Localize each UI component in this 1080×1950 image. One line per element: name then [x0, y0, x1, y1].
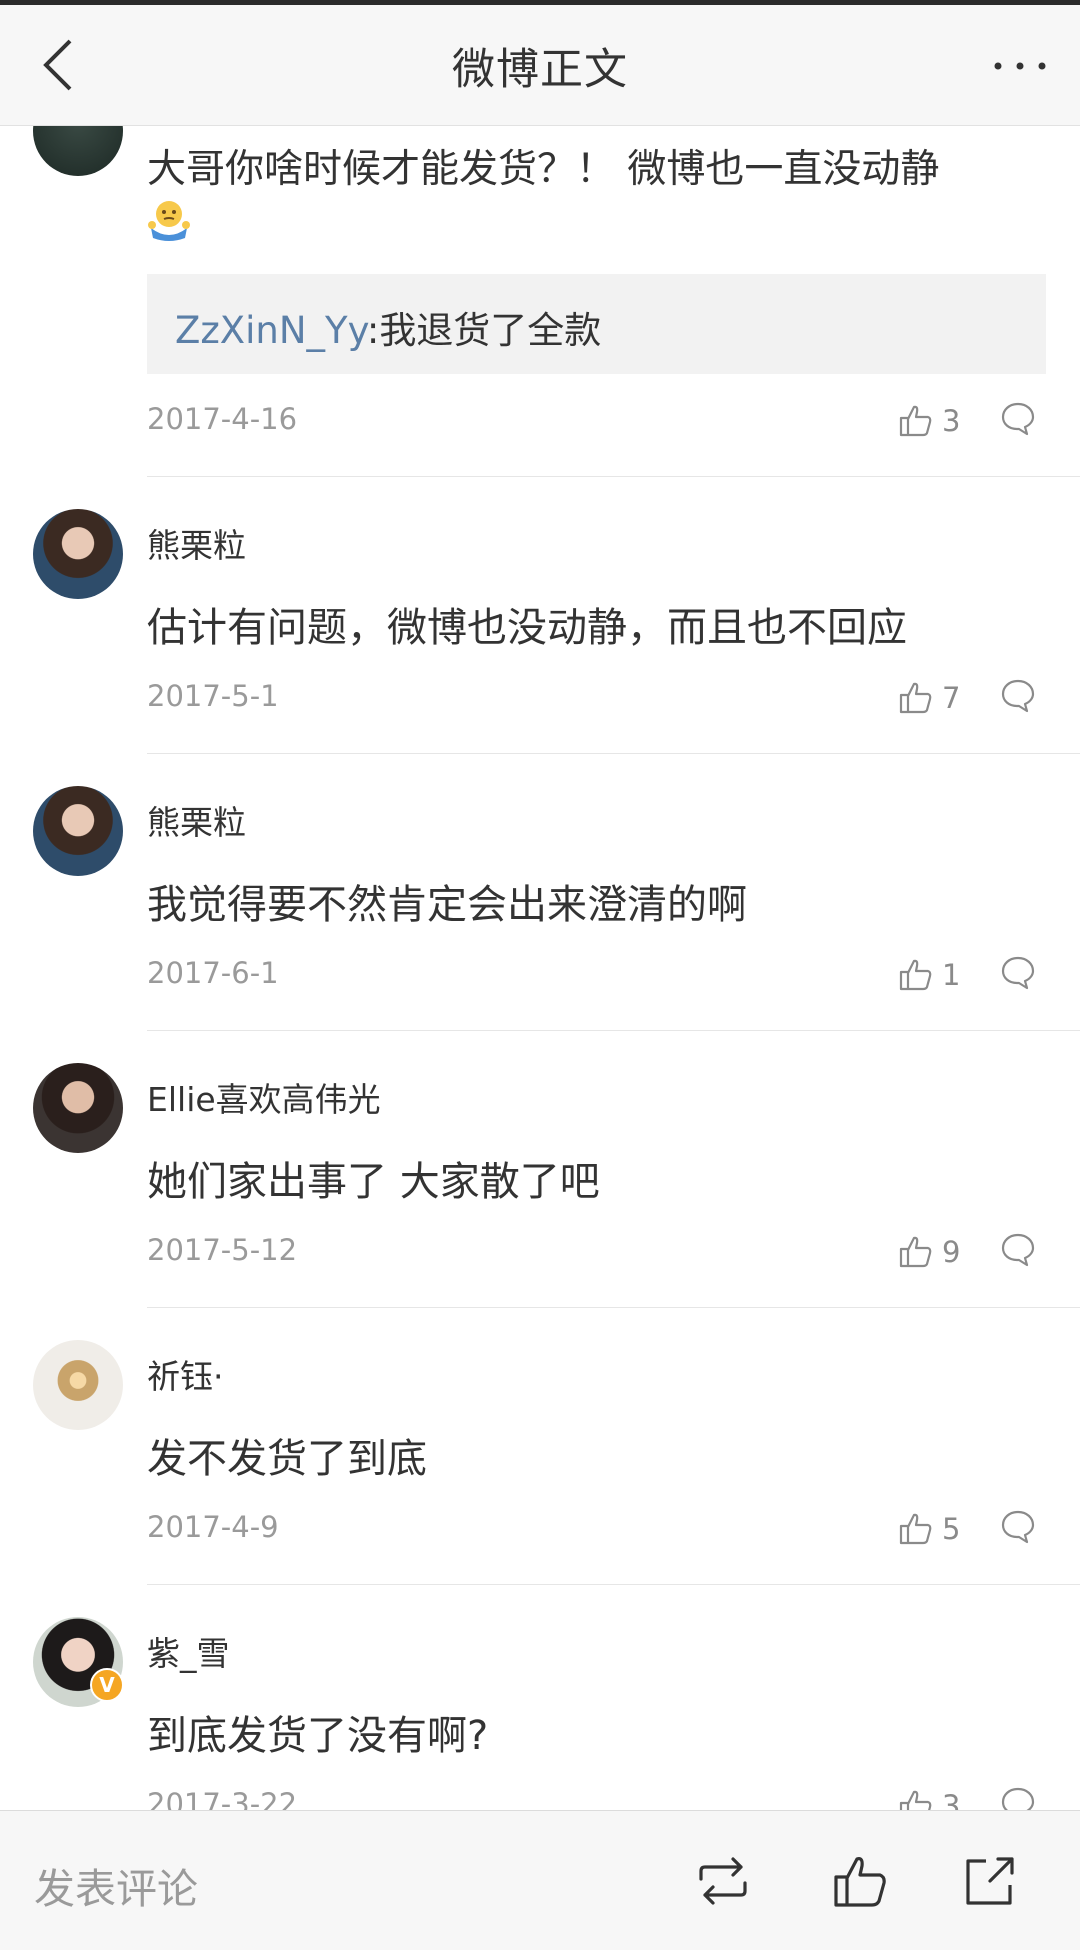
comment-date: 2017-3-22 [147, 1787, 298, 1810]
comment-date: 2017-4-16 [147, 402, 298, 436]
thumbs-up-icon [899, 682, 932, 714]
reply-button[interactable] [1000, 677, 1040, 717]
page-title: 微博正文 [452, 45, 628, 95]
comment-list: 大哥你啥时候才能发货？！ 微博也一直没动静 ZzXinN_Yy:我退货了全款 2… [0, 126, 1080, 1810]
avatar[interactable] [33, 1340, 123, 1430]
comment-date: 2017-5-1 [147, 679, 279, 713]
like-count: 3 [942, 1789, 961, 1810]
like-count: 9 [942, 1235, 961, 1269]
thumbs-up-icon [899, 1236, 932, 1268]
comment-icon [1001, 1787, 1035, 1810]
like-button[interactable]: 7 [898, 677, 978, 717]
like-button[interactable]: 5 [898, 1508, 978, 1548]
like-button[interactable]: 9 [898, 1231, 978, 1271]
quote-separator: : [366, 309, 380, 352]
comment-text: 我觉得要不然肯定会出来澄清的啊 [147, 882, 747, 928]
repost-icon[interactable] [693, 1851, 753, 1911]
comment-username[interactable]: 祈钰· [147, 1350, 224, 1398]
comment-icon [1001, 956, 1035, 990]
comment-date: 2017-4-9 [147, 1510, 279, 1544]
comment-text: 到底发货了没有啊? [147, 1713, 489, 1759]
reply-button[interactable] [1000, 1231, 1040, 1271]
like-button[interactable]: 3 [898, 1785, 978, 1810]
thumbs-up-icon[interactable] [830, 1851, 890, 1911]
like-count: 5 [942, 1512, 961, 1546]
thumbs-up-icon [899, 1790, 932, 1810]
thumbs-up-icon [899, 959, 932, 991]
quoted-text: 我退货了全款 [379, 309, 602, 352]
header-bar: 微博正文 [0, 5, 1080, 126]
like-button[interactable]: 3 [898, 400, 978, 440]
like-count: 1 [942, 958, 961, 992]
comment-date: 2017-6-1 [147, 956, 279, 990]
comment-text: 发不发货了到底 [147, 1436, 427, 1482]
comment-icon [1001, 679, 1035, 713]
bottom-toolbar: 发表评论 [0, 1810, 1080, 1950]
list-item: 祈钰· 发不发货了到底 2017-4-9 5 [0, 1308, 1080, 1585]
comment-text: 大哥你啥时候才能发货？！ 微博也一直没动静 [147, 147, 940, 192]
avatar[interactable] [33, 126, 123, 176]
comment-icon [1001, 1233, 1035, 1267]
comment-text: 她们家出事了 大家散了吧 [147, 1159, 600, 1205]
comment-username[interactable]: 熊栗粒 [147, 796, 246, 844]
reply-button[interactable] [1000, 954, 1040, 994]
avatar[interactable] [33, 786, 123, 876]
shrug-emoji-icon [147, 198, 191, 242]
thumbs-up-icon [899, 405, 932, 437]
reply-button[interactable] [1000, 1785, 1040, 1810]
quoted-reply[interactable]: ZzXinN_Yy:我退货了全款 [147, 274, 1046, 374]
comment-text: 估计有问题，微博也没动静，而且也不回应 [147, 605, 907, 651]
like-button[interactable]: 1 [898, 954, 978, 994]
avatar[interactable] [33, 509, 123, 599]
list-item: Ellie喜欢高伟光 她们家出事了 大家散了吧 2017-5-12 9 [0, 1031, 1080, 1308]
quoted-username[interactable]: ZzXinN_Yy [175, 309, 367, 352]
avatar[interactable] [33, 1063, 123, 1153]
reply-button[interactable] [1000, 400, 1040, 440]
comment-date: 2017-5-12 [147, 1233, 298, 1267]
list-item: 熊栗粒 我觉得要不然肯定会出来澄清的啊 2017-6-1 1 [0, 754, 1080, 1031]
comment-input[interactable]: 发表评论 [34, 1855, 198, 1915]
reply-button[interactable] [1000, 1508, 1040, 1548]
thumbs-up-icon [899, 1513, 932, 1545]
comment-icon [1001, 402, 1035, 436]
comment-icon [1001, 1510, 1035, 1544]
share-icon[interactable] [960, 1851, 1020, 1911]
like-count: 7 [942, 681, 961, 715]
more-icon[interactable] [990, 53, 1050, 79]
like-count: 3 [942, 404, 961, 438]
verified-badge: V [90, 1668, 124, 1702]
comment-username[interactable]: 熊栗粒 [147, 519, 246, 567]
comment-username[interactable]: Ellie喜欢高伟光 [147, 1073, 381, 1121]
list-item: 熊栗粒 估计有问题，微博也没动静，而且也不回应 2017-5-1 7 [0, 477, 1080, 754]
list-item: V 紫_雪 到底发货了没有啊? 2017-3-22 3 [0, 1585, 1080, 1810]
comment-username[interactable]: 紫_雪 [147, 1627, 230, 1675]
